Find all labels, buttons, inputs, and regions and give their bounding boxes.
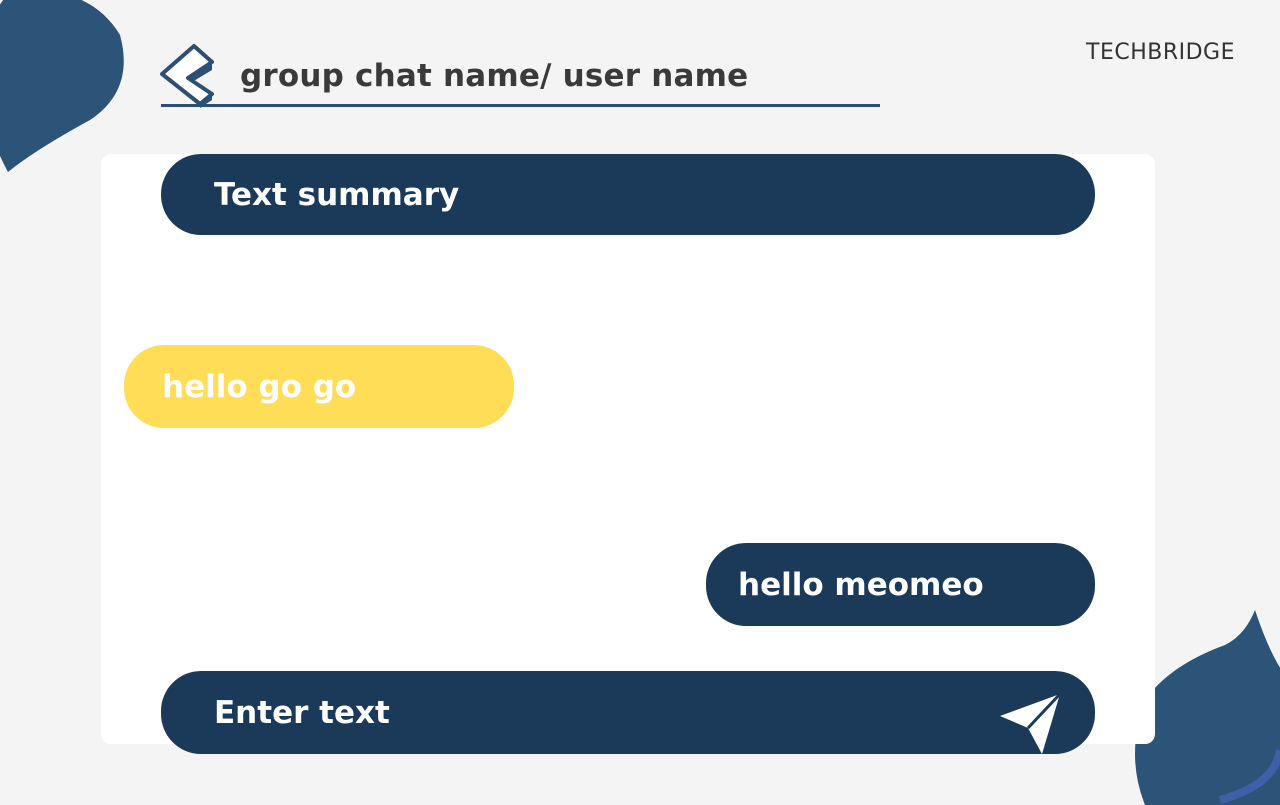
message-input-placeholder: Enter text: [214, 694, 390, 731]
chat-title: group chat name/ user name: [240, 58, 749, 94]
decorative-blob-top-left: [0, 0, 124, 172]
message-input[interactable]: Enter text: [161, 671, 1095, 754]
message-text: hello meomeo: [738, 566, 984, 603]
send-icon: [1000, 692, 1062, 754]
message-text: hello go go: [162, 368, 357, 405]
brand-logo: TECHBRIDGE: [1086, 40, 1235, 65]
message-bubble-outgoing: hello meomeo: [706, 543, 1095, 626]
text-summary-label: Text summary: [214, 176, 460, 213]
header-divider: [161, 104, 880, 107]
chat-panel: [101, 154, 1155, 744]
chevron-left-icon: [160, 44, 214, 108]
text-summary-bar[interactable]: Text summary: [161, 154, 1095, 235]
send-button[interactable]: [998, 692, 1062, 756]
message-bubble-incoming: hello go go: [124, 345, 514, 428]
back-button[interactable]: [158, 40, 216, 108]
